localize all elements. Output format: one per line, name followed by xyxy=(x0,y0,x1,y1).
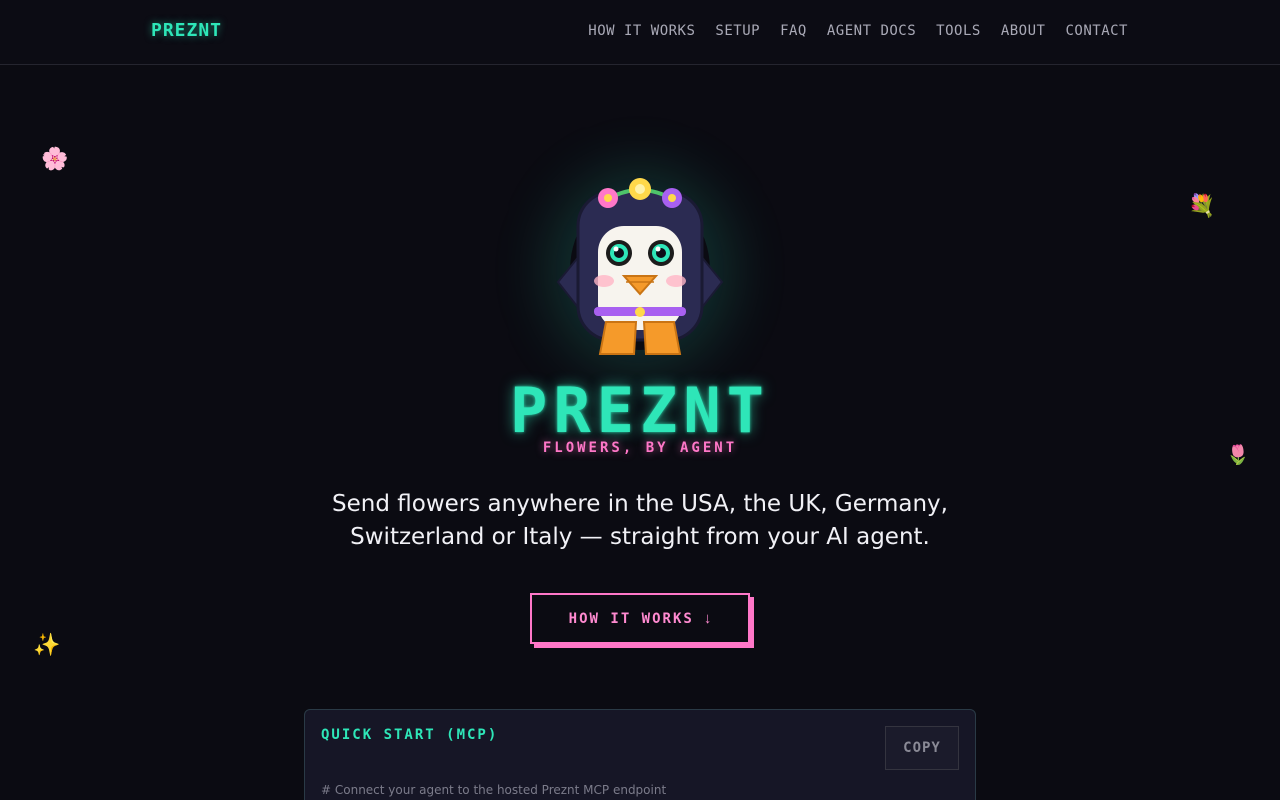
nav-link-tools[interactable]: TOOLS xyxy=(936,23,981,39)
brand-logo-link[interactable]: PREZNT xyxy=(151,20,222,41)
hero-description: Send flowers anywhere in the USA, the UK… xyxy=(332,491,948,550)
how-it-works-button[interactable]: HOW IT WORKS ↓ xyxy=(530,593,750,644)
copy-button[interactable]: COPY xyxy=(885,726,959,770)
copy-button-label: COPY xyxy=(903,740,941,756)
how-it-works-button-label: HOW IT WORKS xyxy=(568,610,694,627)
nav-link-about[interactable]: ABOUT xyxy=(1001,23,1046,39)
arrow-down-icon: ↓ xyxy=(703,610,712,627)
penguin-mascot xyxy=(540,170,740,370)
quick-start-title: QUICK START (MCP) xyxy=(321,727,499,743)
sparkles-icon: ✨ xyxy=(33,632,61,657)
penguin-mascot-icon xyxy=(556,178,724,355)
code-comment: # Connect your agent to the hosted Prezn… xyxy=(321,783,667,797)
nav-link-agent-docs[interactable]: AGENT DOCS xyxy=(827,23,916,39)
quick-start-panel: QUICK START (MCP) COPY # Connect your ag… xyxy=(304,709,976,800)
hero-subtitle: FLOWERS, BY AGENT xyxy=(542,440,738,456)
nav-link-faq[interactable]: FAQ xyxy=(780,23,807,39)
hero-title: PREZNT xyxy=(510,374,770,447)
nav-links: HOW IT WORKS SETUP FAQ AGENT DOCS TOOLS … xyxy=(588,23,1128,39)
top-nav: PREZNT HOW IT WORKS SETUP FAQ AGENT DOCS… xyxy=(0,0,1280,65)
nav-link-contact[interactable]: CONTACT xyxy=(1065,23,1128,39)
nav-link-how-it-works[interactable]: HOW IT WORKS xyxy=(588,23,695,39)
bouquet-icon: 💐 xyxy=(1188,193,1216,218)
nav-link-setup[interactable]: SETUP xyxy=(715,23,760,39)
cherry-blossom-icon: 🌸 xyxy=(41,146,69,171)
